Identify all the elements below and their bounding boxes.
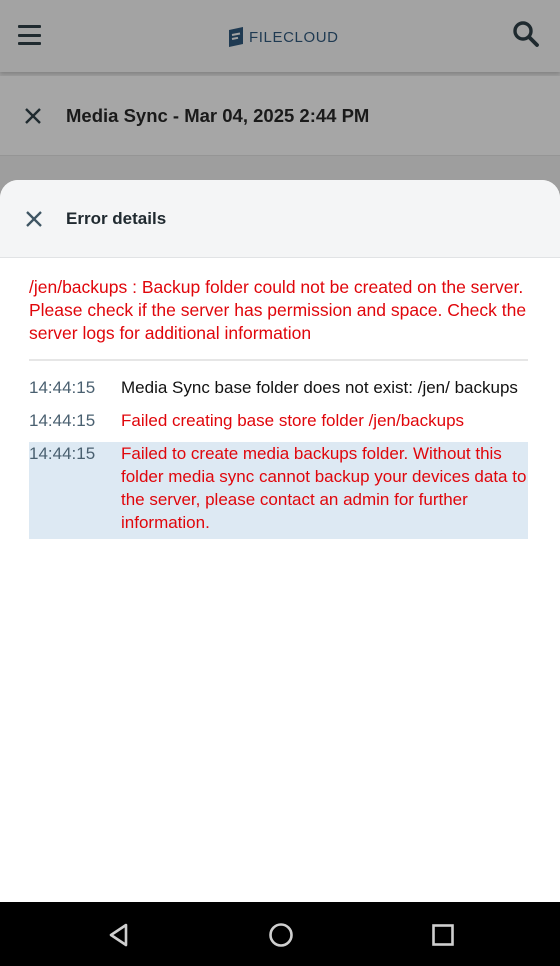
log-message: Failed to create media backups folder. W… [121,444,527,532]
log-timestamp: 14:44:15 [29,444,96,463]
sync-session-title: Media Sync - Mar 04, 2025 2:44 PM [66,105,370,126]
hamburger-icon[interactable] [18,25,41,45]
log-message: Media Sync base folder does not exist: /… [121,378,518,397]
filecloud-logo: FILECLOUD [226,26,339,48]
log-row: 14:44:15 Media Sync base folder does not… [29,376,528,399]
search-icon[interactable] [512,20,540,48]
recents-square-icon[interactable] [430,922,456,948]
sheet-title: Error details [66,209,167,228]
home-circle-icon[interactable] [268,922,294,948]
log-message: Failed creating base store folder /jen/b… [121,411,465,430]
sync-session-header: Media Sync - Mar 04, 2025 2:44 PM [0,76,560,156]
log-timestamp: 14:44:15 [29,411,96,430]
system-nav-bar [0,902,560,966]
sheet-header: Error details [0,180,560,258]
error-details-sheet: Error details /jen/backups : Backup fold… [0,180,560,902]
filecloud-logo-icon [229,27,243,47]
log-row: 14:44:15 Failed creating base store fold… [29,409,528,432]
close-icon[interactable] [23,208,45,230]
log-row-selected[interactable]: 14:44:15 Failed to create media backups … [29,442,528,539]
divider [29,359,528,361]
brand-name: FILECLOUD [249,28,339,46]
log-timestamp: 14:44:15 [29,378,96,397]
close-icon[interactable] [22,105,44,127]
back-triangle-icon[interactable] [106,922,132,948]
error-log-list: 14:44:15 Media Sync base folder does not… [29,376,528,549]
error-summary: /jen/backups : Backup folder could not b… [29,277,527,343]
app-bar: FILECLOUD [0,0,560,72]
